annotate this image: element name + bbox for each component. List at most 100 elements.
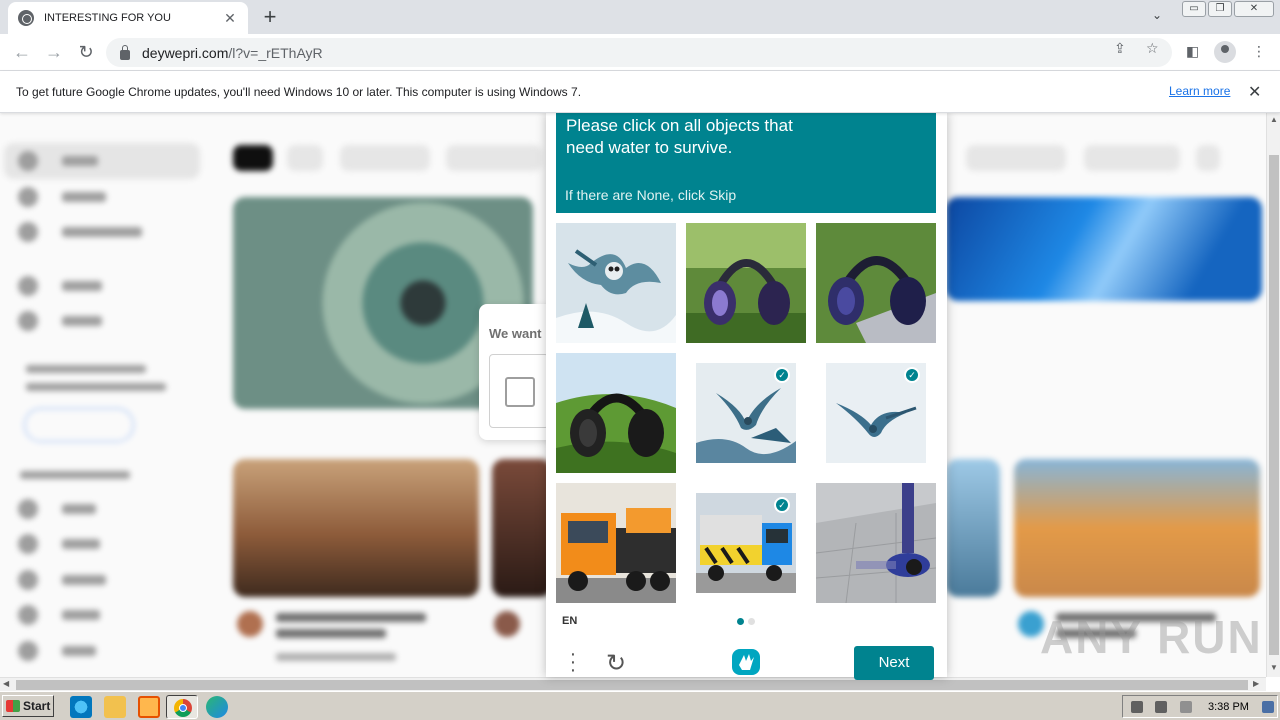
filter-chip	[1084, 145, 1180, 171]
sidebar-row	[18, 151, 98, 171]
address-bar[interactable]: deywepri.com/l?v=_rEThAyR	[106, 38, 1172, 67]
file-explorer-icon[interactable]	[104, 696, 126, 718]
page-dot-active	[737, 618, 744, 625]
verification-checkbox[interactable]	[505, 377, 535, 407]
side-panel-icon[interactable]: ◧	[1186, 43, 1199, 60]
captcha-dialog: Please click on all objects that need wa…	[546, 113, 947, 680]
selected-check-icon: ✓	[774, 497, 790, 513]
verification-card-text: We want	[489, 326, 542, 341]
media-player-icon[interactable]	[138, 696, 160, 718]
learn-more-link[interactable]: Learn more	[1169, 84, 1230, 98]
video-thumbnail	[492, 459, 552, 597]
captcha-tile-bird-snow[interactable]: ✓	[696, 363, 796, 463]
sidebar-row	[18, 276, 102, 296]
captcha-tile-owl[interactable]	[556, 223, 676, 343]
sidebar-row	[18, 534, 100, 554]
infobar-message: To get future Google Chrome updates, you…	[16, 84, 582, 99]
sidebar-row	[18, 222, 142, 242]
vertical-scroll-thumb[interactable]	[1269, 155, 1279, 655]
internet-explorer-icon[interactable]	[70, 696, 92, 718]
new-tab-button[interactable]: +	[258, 5, 282, 29]
chrome-taskbar-button[interactable]	[166, 695, 198, 719]
edge-icon[interactable]	[206, 696, 228, 718]
browser-tab[interactable]: INTERESTING FOR YOU ✕	[8, 2, 248, 34]
sidebar-row	[18, 570, 106, 590]
video-thumbnail-worker	[1014, 459, 1260, 597]
action-center-flag-icon[interactable]	[1180, 701, 1192, 713]
scroll-right-arrow-icon[interactable]: ▶	[1253, 679, 1259, 688]
captcha-tile-headphones-hill[interactable]	[556, 353, 676, 473]
globe-icon	[18, 10, 34, 26]
scooter-image	[816, 483, 936, 603]
sidebar-row	[18, 311, 102, 331]
tab-close-icon[interactable]: ✕	[222, 10, 238, 27]
horizontal-scroll-thumb[interactable]	[16, 680, 1248, 690]
tab-title: INTERESTING FOR YOU	[44, 12, 171, 24]
captcha-tile-headphones-grass[interactable]	[686, 223, 806, 343]
captcha-tile-headphones-laptop[interactable]	[816, 223, 936, 343]
headphones-image	[556, 353, 676, 473]
page-dot	[748, 618, 755, 625]
show-desktop-icon[interactable]	[1262, 701, 1274, 713]
hcaptcha-logo-icon[interactable]	[730, 647, 762, 677]
url-text: deywepri.com/l?v=_rEThAyR	[142, 44, 323, 61]
sidebar-row	[18, 605, 100, 625]
selected-check-icon: ✓	[774, 367, 790, 383]
tab-search-chevron-icon[interactable]: ⌄	[1152, 8, 1162, 22]
minimize-button[interactable]: ▭	[1182, 1, 1206, 17]
captcha-tile-scooter[interactable]	[816, 483, 936, 603]
infobar-close-icon[interactable]: ✕	[1248, 82, 1261, 102]
system-tray	[1122, 695, 1278, 718]
start-label: Start	[23, 699, 51, 713]
scroll-up-arrow-icon[interactable]: ▲	[1270, 115, 1278, 124]
network-icon[interactable]	[1155, 701, 1167, 713]
start-button[interactable]: Start	[2, 695, 54, 717]
lock-icon	[120, 44, 130, 60]
back-arrow-icon[interactable]: ←	[10, 40, 34, 64]
scroll-left-arrow-icon[interactable]: ◀	[3, 679, 9, 688]
anyrun-watermark: ANY RUN	[1040, 611, 1263, 663]
owl-image	[556, 223, 676, 343]
profile-avatar-icon[interactable]	[1214, 41, 1236, 63]
chrome-icon	[174, 699, 192, 717]
window-close-button[interactable]: ✕	[1234, 1, 1274, 17]
update-infobar: To get future Google Chrome updates, you…	[0, 71, 1280, 113]
selected-check-icon: ✓	[904, 367, 920, 383]
headphones-image	[816, 223, 936, 343]
more-menu-icon[interactable]: ⋮	[1252, 43, 1266, 60]
share-icon[interactable]: ⇪	[1114, 40, 1126, 57]
sidebar-row	[18, 187, 106, 207]
truck-image	[556, 483, 676, 603]
sidebar-row	[18, 499, 96, 519]
window-controls: ▭ ❐ ✕	[1182, 1, 1274, 17]
browser-toolbar: ← → ↻ deywepri.com/l?v=_rEThAyR ⇪ ☆ ◧ ⋮	[0, 34, 1280, 71]
filter-chip	[1196, 145, 1220, 171]
captcha-question: Please click on all objects that need wa…	[566, 116, 793, 157]
video-thumbnail	[946, 459, 1000, 597]
taskbar-clock[interactable]: 3:38 PM	[1208, 701, 1249, 713]
captcha-tile-yellow-truck[interactable]: ✓	[696, 493, 796, 593]
reload-icon[interactable]: ↻	[74, 40, 98, 64]
forward-arrow-icon[interactable]: →	[42, 40, 66, 64]
tab-strip: INTERESTING FOR YOU ✕ + ⌄ ▭ ❐ ✕	[0, 0, 1280, 34]
next-button[interactable]: Next	[854, 646, 934, 680]
language-selector[interactable]: EN	[562, 615, 577, 627]
captcha-tile-orange-truck[interactable]	[556, 483, 676, 603]
more-options-icon[interactable]: · · ·	[568, 644, 578, 680]
captcha-skip-hint: If there are None, click Skip	[565, 187, 737, 203]
sidebar-row	[18, 641, 96, 661]
video-thumbnail-pablo	[233, 459, 479, 597]
captcha-tile-bird-flying[interactable]: ✓	[826, 363, 926, 463]
horizontal-scrollbar[interactable]: ◀ ▶	[0, 677, 1266, 691]
refresh-challenge-icon[interactable]: ↻	[606, 649, 626, 678]
filter-chip	[233, 145, 273, 171]
windows-logo-icon	[6, 700, 20, 712]
filter-chip	[446, 145, 542, 171]
filter-chip	[966, 145, 1066, 171]
bookmark-star-icon[interactable]: ☆	[1146, 40, 1159, 57]
restore-button[interactable]: ❐	[1208, 1, 1232, 17]
scroll-down-arrow-icon[interactable]: ▼	[1270, 663, 1278, 672]
windows-taskbar: Start 3:38 PM	[0, 691, 1280, 720]
vertical-scrollbar[interactable]: ▲ ▼	[1266, 113, 1280, 677]
volume-icon[interactable]	[1131, 701, 1143, 713]
